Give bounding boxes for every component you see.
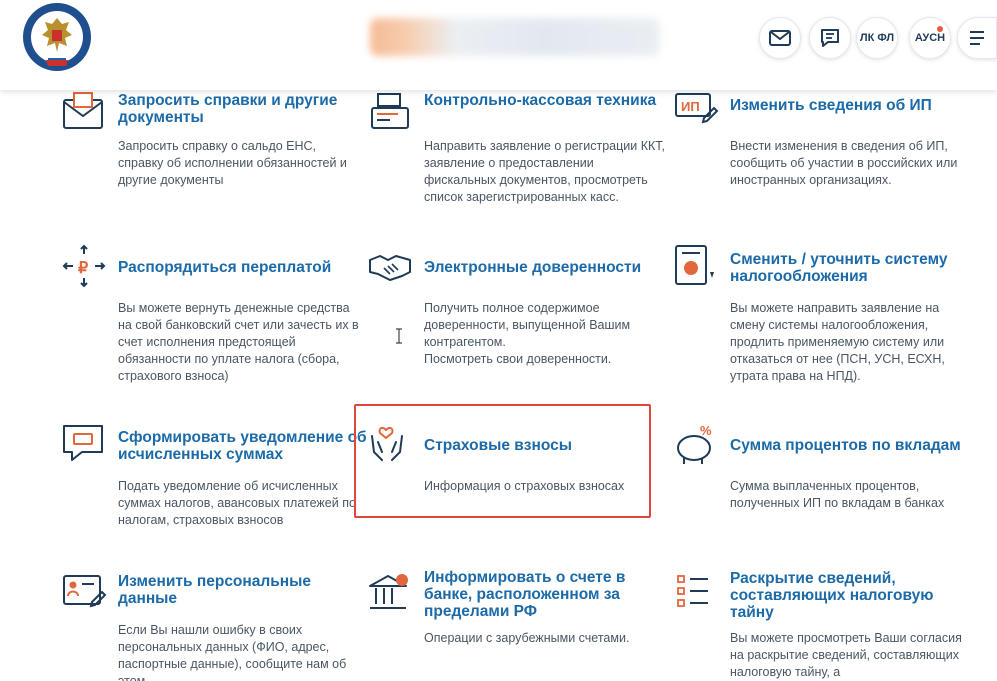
piggy-bank-percent-icon: % — [677, 423, 712, 464]
service-description: Вы можете направить заявление на смену с… — [730, 301, 945, 383]
svg-text:%: % — [700, 423, 712, 438]
chat-icon — [821, 29, 839, 47]
menu-button[interactable] — [957, 17, 997, 59]
document-envelope-icon — [63, 92, 103, 129]
hamburger-menu-icon — [970, 31, 984, 45]
tax-system-document-icon — [675, 245, 714, 285]
service-title: Сумма процентов по вкладам — [730, 437, 961, 454]
service-description: Подать уведомление об исчисленных суммах… — [118, 479, 356, 527]
top-header: ЛК ФЛ АУСН — [0, 0, 997, 90]
service-description: Вы можете вернуть денежные средства на с… — [118, 301, 359, 383]
service-title: Сменить / уточнить систему налогообложен… — [730, 251, 948, 285]
service-description: Если Вы нашли ошибку в своих персональны… — [118, 623, 347, 681]
service-description: Сумма выплаченных процентов, полученных … — [730, 479, 945, 510]
blurred-page-title — [370, 18, 660, 56]
mail-icon — [769, 30, 791, 46]
person-card-edit-icon — [63, 575, 107, 608]
cash-register-icon — [371, 93, 409, 129]
selection-highlight — [354, 404, 651, 518]
service-description: Запросить справку о сальдо ЕНС, справку … — [118, 139, 347, 187]
service-title: Сформировать уведомление об исчисленных … — [118, 429, 367, 463]
service-description: Направить заявление о регистрации ККТ, з… — [424, 139, 665, 204]
service-title: Информировать о счете в банке, расположе… — [424, 569, 626, 620]
ruble-arrows-icon: ₽ — [62, 244, 106, 288]
service-title: Распорядиться переплатой — [118, 259, 332, 276]
service-title: Контрольно-кассовая техника — [424, 92, 657, 109]
service-title: Изменить сведения об ИП — [730, 97, 932, 114]
checklist-icon — [677, 575, 708, 607]
service-description: Вы можете просмотреть Ваши согласия на р… — [730, 631, 962, 679]
messages-button[interactable] — [809, 17, 851, 59]
fns-logo[interactable] — [22, 2, 92, 72]
service-description: Внести изменения в сведения об ИП, сообщ… — [730, 139, 958, 187]
service-title: Запросить справки и другие документы — [118, 92, 338, 126]
mail-button[interactable] — [759, 17, 801, 59]
service-title: Изменить персональные данные — [118, 573, 311, 607]
service-description: Операции с зарубежными счетами. — [424, 631, 630, 645]
bank-building-icon — [369, 574, 408, 609]
handshake-icon — [369, 255, 411, 281]
service-title: Электронные доверенности — [424, 259, 642, 276]
lk-fl-button[interactable]: ЛК ФЛ — [856, 17, 898, 59]
ausn-button[interactable]: АУСН — [909, 17, 951, 59]
notification-dot — [937, 26, 943, 32]
notification-chat-icon — [63, 425, 103, 461]
ausn-label: АУСН — [914, 32, 946, 44]
service-title: Раскрытие сведений, составляющих налогов… — [730, 570, 934, 621]
svg-text:ИП: ИП — [681, 99, 700, 114]
service-description: Получить полное содержимое доверенности,… — [424, 301, 631, 366]
lk-fl-label: ЛК ФЛ — [859, 32, 895, 44]
text-cursor-icon — [396, 328, 402, 344]
ip-edit-icon: ИП — [675, 93, 719, 124]
svg-text:₽: ₽ — [78, 260, 88, 277]
